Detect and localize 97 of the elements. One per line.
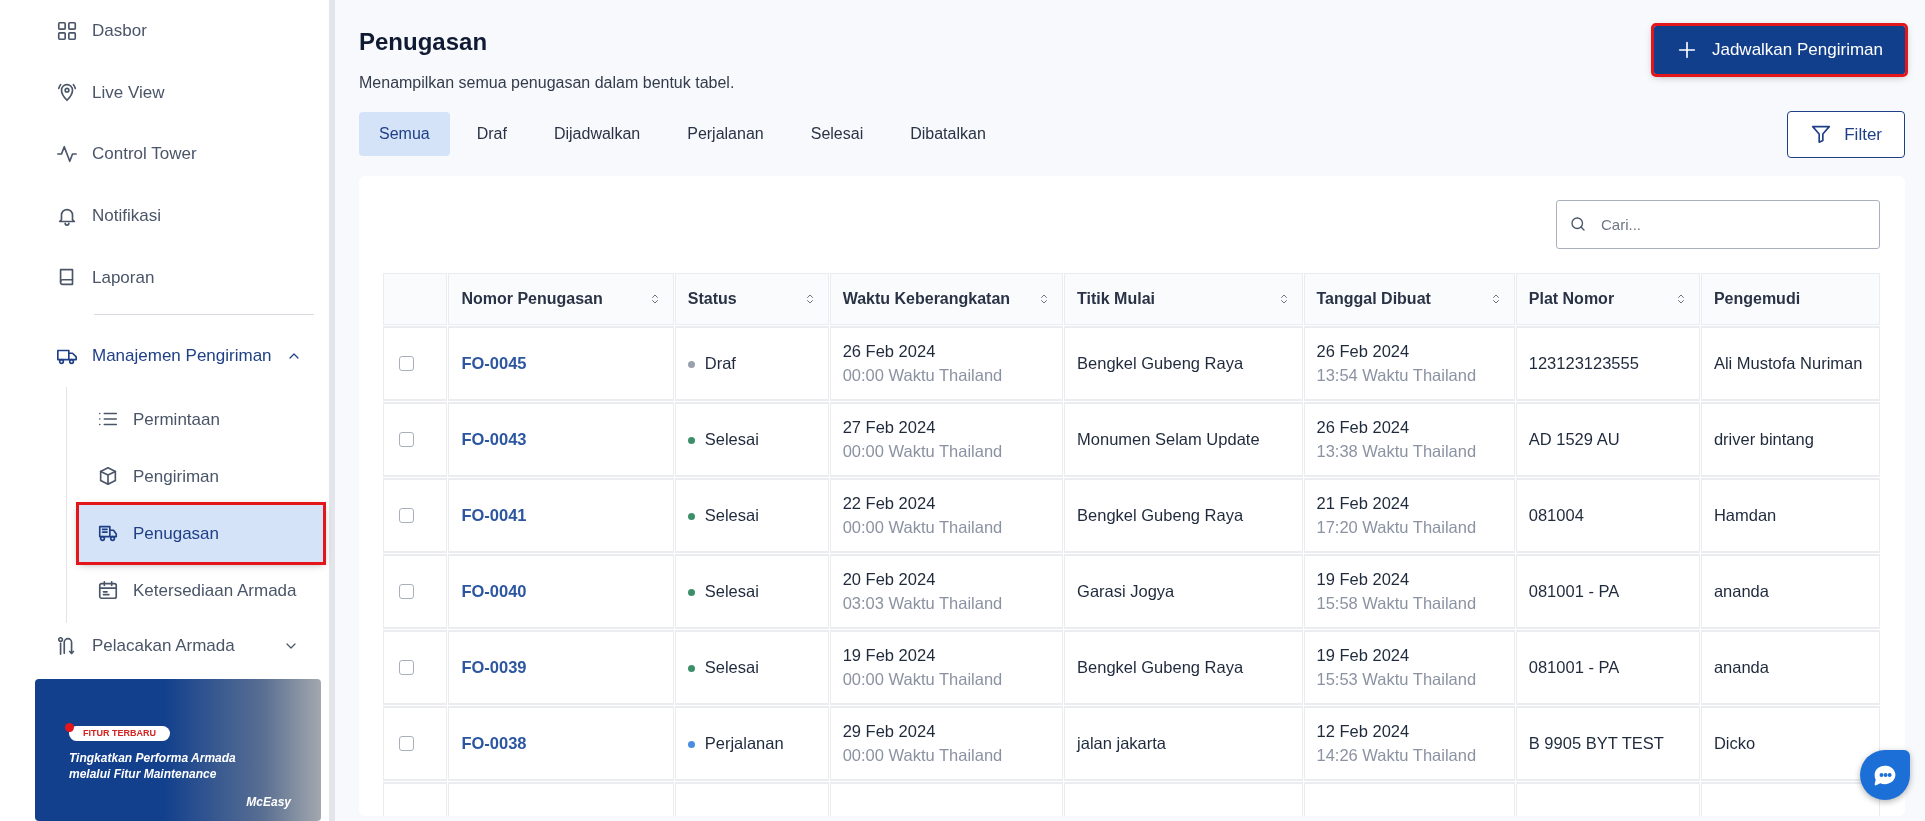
assignment-link[interactable]: FO-0038	[461, 733, 527, 752]
date-text: 20 Feb 2024	[842, 568, 937, 590]
assignment-link[interactable]: FO-0041	[461, 505, 527, 524]
table-cell: jalan jakarta	[1065, 706, 1302, 780]
date-text: 19 Feb 2024	[1316, 568, 1411, 590]
table-cell: Hamdan	[1701, 478, 1879, 552]
row-checkbox[interactable]	[399, 659, 414, 675]
filter-icon	[1810, 123, 1833, 146]
sidebar-item[interactable]: Control Tower	[0, 123, 329, 185]
table-cell: 081001 - PA	[1516, 554, 1699, 628]
date-text: 12 Feb 2024	[1316, 720, 1411, 742]
table-cell: 123123123555	[1516, 326, 1699, 400]
promo-banner[interactable]: FITUR TERBARU Tingkatkan Performa Armada melalui Fitur Maintenance McEasy	[35, 678, 321, 821]
menu-group[interactable]: Pelacakan Armada	[0, 622, 329, 669]
menu-group[interactable]: Manajemen Pengiriman	[0, 325, 329, 387]
calendar-icon	[97, 579, 119, 602]
row-checkbox[interactable]	[399, 583, 414, 599]
date-text: 26 Feb 2024	[842, 340, 937, 362]
table-cell: driver bintang	[1701, 402, 1879, 476]
column-header: Titik Mulai	[1077, 288, 1155, 309]
row-checkbox[interactable]	[399, 355, 414, 371]
status-text: Selesai	[704, 581, 759, 600]
row-checkbox[interactable]	[399, 431, 414, 447]
time-text: 15:53 Waktu Thailand	[1316, 669, 1478, 691]
time-text: 14:26 Waktu Thailand	[1316, 745, 1478, 767]
date-text: 19 Feb 2024	[842, 644, 937, 666]
table-cell: Ali Mustofa Nuriman	[1701, 326, 1879, 400]
status-tab[interactable]: Draf	[456, 112, 527, 157]
column-header: Pengemudi	[1713, 288, 1801, 309]
column-header: Waktu Keberangkatan	[842, 288, 1011, 309]
date-text: 22 Feb 2024	[842, 492, 937, 514]
date-text: 27 Feb 2024	[842, 416, 937, 438]
sidebar-item[interactable]: Live View	[0, 61, 329, 124]
time-text: 15:58 Waktu Thailand	[1316, 593, 1478, 615]
status-tab[interactable]: Dijadwalkan	[533, 112, 661, 157]
table-cell: B 9905 BYT TEST	[1516, 706, 1699, 780]
page-subtitle: Menampilkan semua penugasan dalam bentuk tabel.	[359, 72, 735, 93]
date-text: 19 Feb 2024	[1316, 644, 1411, 666]
status-text: Perjalanan	[704, 733, 784, 752]
sidebar-item[interactable]: Notifikasi	[0, 184, 329, 247]
status-tab[interactable]: Dibatalkan	[890, 112, 1006, 157]
column-header: Status	[687, 288, 737, 309]
banner-text: Tingkatkan Performa Armada melalui Fitur Maintenance	[69, 750, 237, 783]
table-cell: Bengkel Gubeng Raya	[1065, 630, 1302, 704]
table-cell: ananda	[1701, 630, 1879, 704]
search-field[interactable]: Cari...	[1556, 199, 1880, 249]
date-text: 26 Feb 2024	[1316, 340, 1411, 362]
time-text: 00:00 Waktu Thailand	[842, 441, 1004, 463]
grid-icon	[56, 19, 78, 42]
sidebar-item[interactable]: Dasbor	[0, 0, 329, 62]
status-tab[interactable]: Selesai	[790, 112, 884, 157]
status-text: Draf	[704, 353, 736, 372]
table-cell: AD 1529 AU	[1516, 402, 1699, 476]
time-text: 00:00 Waktu Thailand	[842, 669, 1004, 691]
location-pin-icon	[56, 81, 78, 104]
schedule-button[interactable]: Jadwalkan Pengiriman	[1653, 26, 1905, 74]
table-cell: Bengkel Gubeng Raya	[1065, 478, 1302, 552]
time-text: 03:03 Waktu Thailand	[842, 593, 1004, 615]
column-header: Nomor Penugasan	[461, 288, 603, 309]
assignment-link[interactable]: FO-0040	[461, 581, 527, 600]
time-text: 00:00 Waktu Thailand	[842, 517, 1004, 539]
table-cell: 081001 - PA	[1516, 630, 1699, 704]
sidebar-item[interactable]: Pengiriman	[79, 447, 323, 505]
page-title: Penugasan	[359, 28, 489, 57]
date-text: 29 Feb 2024	[842, 720, 937, 742]
status-tab[interactable]: Perjalanan	[667, 112, 784, 157]
time-text: 13:38 Waktu Thailand	[1316, 441, 1478, 463]
date-text: 21 Feb 2024	[1316, 492, 1411, 514]
assignment-link[interactable]: FO-0043	[461, 429, 527, 448]
row-checkbox[interactable]	[399, 507, 414, 523]
column-header: Plat Nomor	[1528, 288, 1615, 309]
table-cell: ananda	[1701, 554, 1879, 628]
table-cell: 081004	[1516, 478, 1699, 552]
sidebar-item[interactable]: Permintaan	[79, 390, 323, 448]
box-icon	[97, 465, 119, 488]
sidebar-item[interactable]: Laporan	[0, 246, 329, 309]
time-text: 00:00 Waktu Thailand	[842, 365, 1004, 387]
sidebar-item[interactable]: Ketersediaan Armada	[79, 561, 323, 619]
status-text: Selesai	[704, 429, 759, 448]
sidebar-item[interactable]: Penugasan	[79, 504, 323, 562]
assignment-link[interactable]: FO-0039	[461, 657, 527, 676]
table-cell: Garasi Jogya	[1065, 554, 1302, 628]
assignment-link[interactable]: FO-0045	[461, 353, 527, 372]
time-text: 00:00 Waktu Thailand	[842, 745, 1004, 767]
table-cell: Dicko	[1701, 706, 1879, 780]
table-cell: Bengkel Gubeng Raya	[1065, 326, 1302, 400]
date-text: 26 Feb 2024	[1316, 416, 1411, 438]
status-text: Selesai	[704, 505, 759, 524]
status-text: Selesai	[704, 657, 759, 676]
filter-button[interactable]: Filter	[1787, 110, 1905, 158]
time-text: 13:54 Waktu Thailand	[1316, 365, 1478, 387]
status-tab[interactable]: Semua	[359, 112, 450, 157]
time-text: 17:20 Waktu Thailand	[1316, 517, 1478, 539]
row-checkbox[interactable]	[399, 735, 414, 751]
banner-logo: McEasy	[246, 794, 291, 812]
table-cell: Monumen Selam Update	[1065, 402, 1302, 476]
column-header: Tanggal Dibuat	[1316, 288, 1431, 309]
